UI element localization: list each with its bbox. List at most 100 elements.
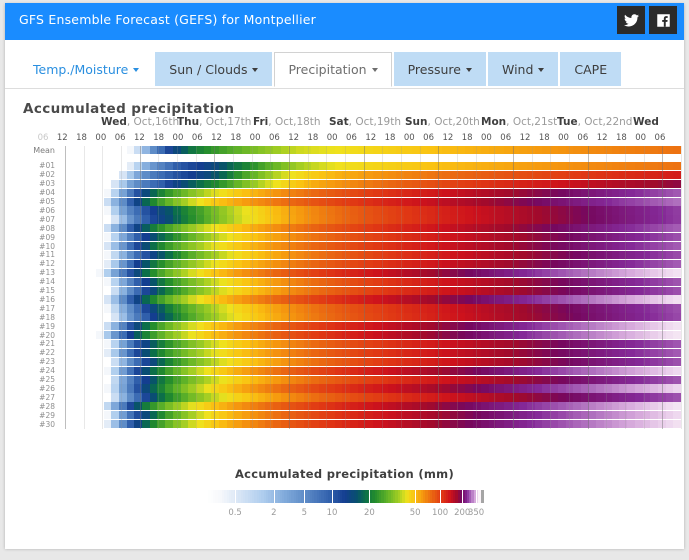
hour-tick-label: 06: [37, 133, 49, 143]
precipitation-heatmap[interactable]: [5, 146, 684, 429]
grid-line: [363, 146, 365, 429]
grid-line: [270, 146, 272, 429]
grid-line: [195, 146, 197, 429]
grid-line: [177, 146, 178, 429]
grid-line: [419, 146, 421, 429]
hour-tick-label: 00: [172, 133, 184, 143]
legend: Accumulated precipitation (mm) 0.5 2 5 10 20…: [5, 467, 684, 520]
day-weekday: Mon: [481, 116, 507, 128]
day-weekday: Wed: [101, 116, 127, 128]
hour-tick-label: 18: [153, 133, 165, 143]
page-root: GFS Ensemble Forecast (GEFS) for Montpel…: [0, 0, 689, 560]
grid-line: [326, 146, 328, 429]
grid-line: [83, 146, 85, 429]
legend-segment: [480, 490, 484, 503]
grid-line: [569, 146, 570, 429]
day-weekday: Thu: [177, 116, 200, 128]
hour-tick-label: 06: [423, 133, 435, 143]
legend-tick-label: 0.5: [228, 508, 242, 518]
day-label: Fri, Oct,18th: [253, 116, 321, 128]
tab-label: Temp./Moisture: [33, 62, 129, 77]
grid-line: [139, 146, 141, 429]
title-bar: GFS Ensemble Forecast (GEFS) for Montpel…: [5, 3, 684, 40]
grid-line: [65, 146, 66, 429]
grid-line: [625, 146, 626, 429]
legend-colorbar: [206, 490, 484, 503]
grid-line: [587, 146, 589, 429]
day-date: , Oct,21st: [506, 116, 558, 128]
hour-tick-label: 06: [577, 133, 589, 143]
hour-tick-label: 00: [95, 133, 107, 143]
grid-line: [158, 146, 160, 429]
hour-tick-label: 00: [403, 133, 415, 143]
facebook-icon: [656, 13, 670, 27]
tab-pressure[interactable]: Pressure: [393, 52, 486, 86]
chevron-down-icon: [252, 67, 259, 72]
hour-tick-label: 18: [461, 133, 473, 143]
day-date: , Oct,17th: [199, 116, 252, 128]
hour-tick-label: 06: [268, 133, 280, 143]
day-label: Wed, Oct,16th: [101, 116, 179, 128]
tab-list: Temp./Moisture Sun / Clouds Precipitation P…: [19, 52, 623, 87]
tab-wind[interactable]: Wind: [487, 52, 559, 86]
grid-line: [289, 146, 290, 429]
tab-cape[interactable]: CAPE: [560, 52, 622, 86]
chevron-down-icon: [538, 67, 545, 72]
legend-tick-label: 350: [467, 508, 485, 518]
twitter-share-button[interactable]: [617, 6, 645, 34]
grid-line: [401, 146, 402, 429]
grid-line: [643, 146, 645, 429]
tab-temp-moisture[interactable]: Temp./Moisture: [19, 52, 154, 86]
legend-tick: [235, 490, 237, 503]
tab-label: CAPE: [574, 62, 608, 77]
tab-label: Wind: [501, 62, 534, 77]
hour-tick-label: 18: [615, 133, 627, 143]
tab-label: Sun / Clouds: [169, 62, 248, 77]
hour-tick-label: 18: [538, 133, 550, 143]
hour-axis: 06 12 18 00 06 12 18 00 06 12 18 00 06 12 18 00 06 12 18 00…: [5, 133, 684, 145]
legend-tick: [304, 490, 306, 503]
grid-line: [121, 146, 122, 429]
app-window: GFS Ensemble Forecast (GEFS) for Montpel…: [5, 3, 684, 549]
chart-area: Accumulated precipitation Wed, Oct,16th T…: [5, 89, 684, 549]
hour-tick-label: 12: [442, 133, 454, 143]
hour-tick-label: 00: [481, 133, 492, 143]
grid-line: [233, 146, 234, 429]
grid-line: [345, 146, 346, 429]
grid-line: [251, 146, 253, 429]
hour-tick-label: 12: [133, 133, 145, 143]
hour-tick-label: 06: [191, 133, 203, 143]
hour-tick-label: 18: [307, 133, 319, 143]
day-weekday: Sat: [329, 116, 349, 128]
legend-tick-label: 50: [409, 508, 421, 518]
hour-tick-label: 12: [288, 133, 300, 143]
facebook-share-button[interactable]: [649, 6, 677, 34]
legend-title: Accumulated precipitation (mm): [234, 467, 455, 481]
hour-tick-label: 00: [326, 133, 338, 143]
grid-line: [382, 146, 384, 429]
tab-precipitation[interactable]: Precipitation: [274, 52, 392, 87]
hour-tick-label: 18: [384, 133, 396, 143]
grid-line: [102, 146, 104, 429]
legend-tick-label: 2: [271, 508, 277, 518]
grid-line: [438, 146, 440, 429]
legend-tick-label: 20: [364, 508, 375, 518]
day-date: , Oct,20th: [427, 116, 480, 128]
hour-tick-label: 00: [249, 133, 261, 143]
grid-line: [513, 146, 514, 429]
tab-sun-clouds[interactable]: Sun / Clouds: [155, 52, 273, 86]
legend-tick: [332, 490, 334, 503]
tab-bar: Temp./Moisture Sun / Clouds Precipitation P…: [5, 40, 684, 89]
day-weekday: Wed: [633, 116, 659, 128]
day-date: , Oct,22nd: [577, 116, 633, 128]
social-links: [617, 6, 677, 34]
day-date: , Oct,19th: [348, 116, 401, 128]
hour-tick-label: 00: [558, 133, 569, 143]
day-date: , Oct,16th: [126, 116, 180, 128]
day-axis: Wed, Oct,16th Thu, Oct,17th Fri, Oct,18th S…: [5, 116, 684, 131]
legend-tick: [273, 490, 275, 503]
day-label: Wed: [633, 116, 659, 128]
grid-line: [606, 146, 608, 429]
legend-tick: [476, 490, 478, 503]
legend-tick-label: 5: [301, 508, 308, 518]
